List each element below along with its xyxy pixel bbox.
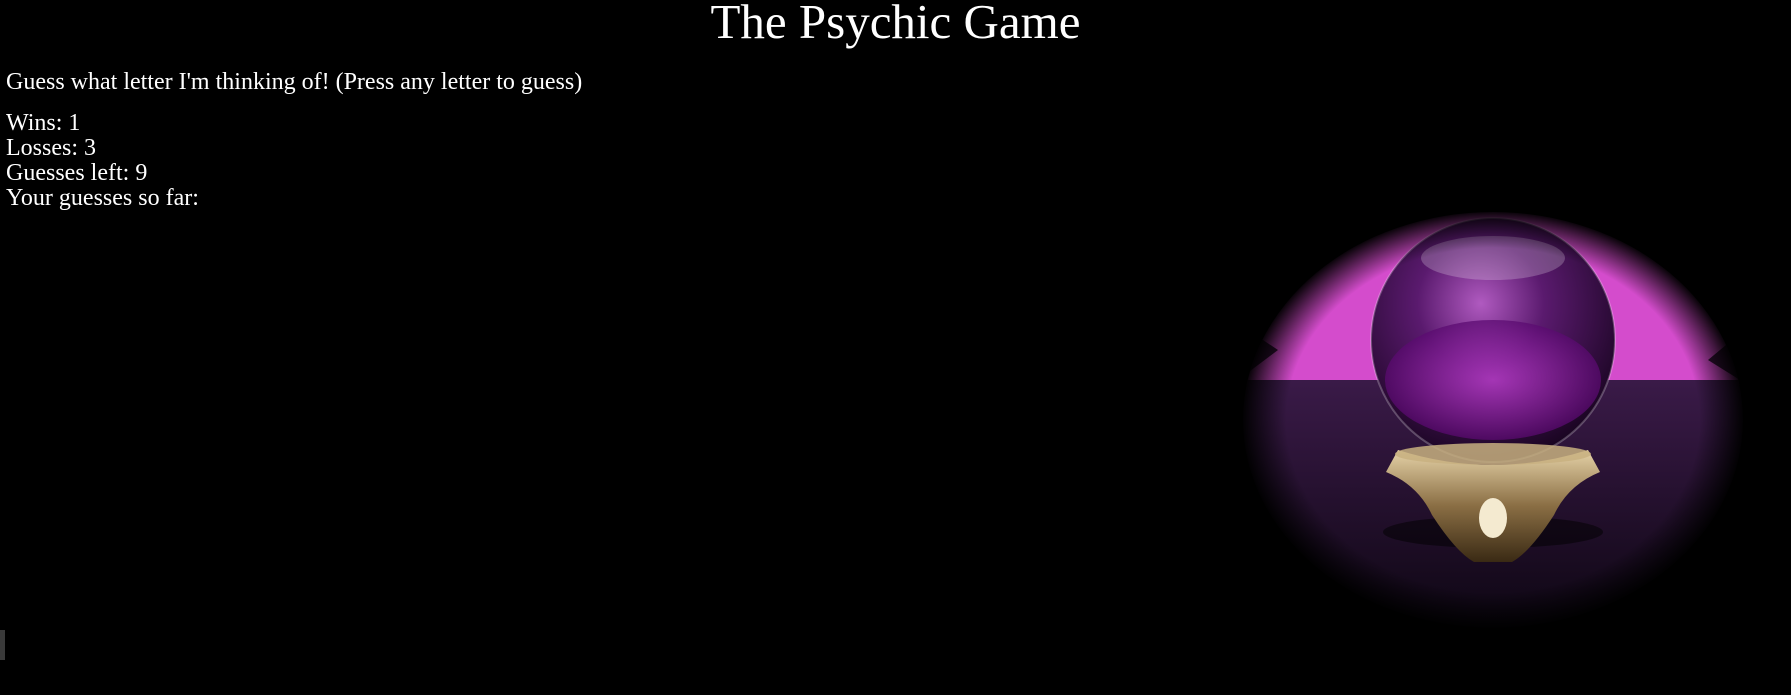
- losses-label: Losses:: [6, 135, 84, 161]
- losses-value: 3: [84, 135, 96, 161]
- guesses-left-label: Guesses left:: [6, 160, 136, 186]
- game-stats: Wins: 1 Losses: 3 Guesses left: 9 Your g…: [6, 111, 199, 211]
- instructions-text: Guess what letter I'm thinking of! (Pres…: [6, 69, 583, 95]
- scroll-edge-marker: [0, 630, 5, 660]
- wins-label: Wins:: [6, 110, 69, 136]
- page-title: The Psychic Game: [710, 0, 1081, 49]
- guesses-left-stat: Guesses left: 9: [6, 161, 199, 186]
- wins-value: 1: [68, 110, 81, 136]
- wins-stat: Wins: 1: [6, 111, 199, 136]
- guesses-so-far-label: Your guesses so far:: [6, 185, 199, 211]
- guesses-so-far-stat: Your guesses so far:: [6, 186, 199, 211]
- crystal-ball-icon: [1241, 210, 1745, 630]
- crystal-ball-image: [1238, 210, 1748, 630]
- psychic-game-page: The Psychic Game Guess what letter I'm t…: [0, 0, 1791, 695]
- guesses-left-value: 9: [135, 160, 148, 186]
- losses-stat: Losses: 3: [6, 136, 199, 161]
